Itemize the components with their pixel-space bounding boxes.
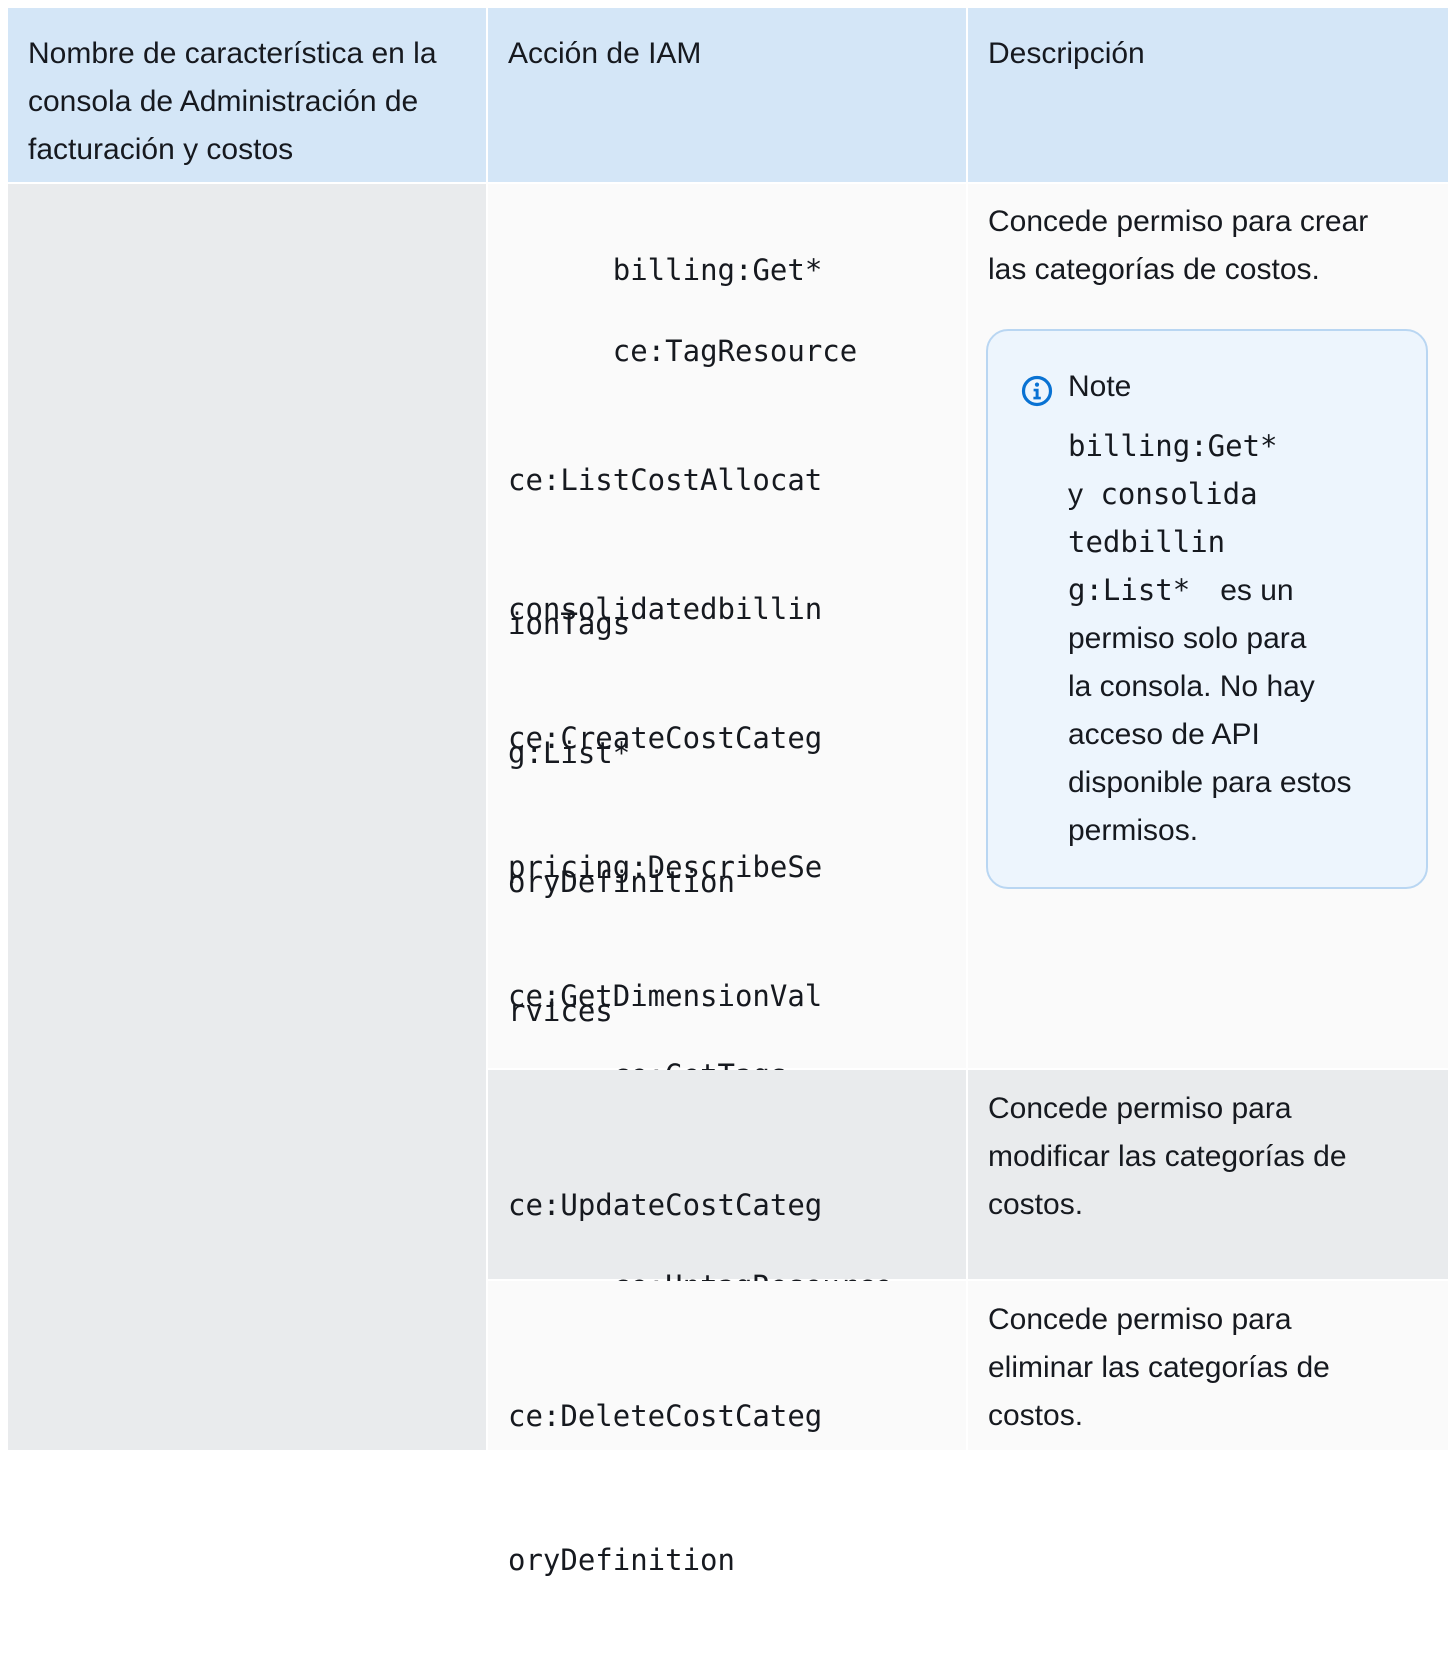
header-description-label: Descripción	[988, 37, 1145, 70]
feature-name-cell	[8, 184, 486, 1450]
row-1-description-line-2: las categorías de costos.	[988, 253, 1320, 286]
header-feature-cell: Nombre de característica en la consola d…	[8, 8, 486, 182]
note-line-connector: y consolida	[1068, 477, 1258, 511]
note-text-line-3: acceso de API	[1068, 718, 1260, 751]
row-1-description-line-1: Concede permiso para crear	[988, 205, 1369, 238]
row-2-description-line-1: Concede permiso para	[988, 1092, 1292, 1125]
header-feature-line-2: consola de Administración de	[28, 85, 419, 118]
row-3-description-line-3: costos.	[988, 1399, 1084, 1432]
row-3-description-line-2: eliminar las categorías de	[988, 1351, 1330, 1384]
permissions-table: Nombre de característica en la consola d…	[0, 0, 1448, 1577]
row-2-description-line-3: costos.	[988, 1188, 1084, 1221]
note-text-line-1: permiso solo para	[1068, 622, 1307, 655]
header-action-cell: Acción de IAM	[488, 8, 966, 182]
row-3-actions-cell: ce:DeleteCostCateg oryDefinition	[488, 1281, 966, 1577]
header-feature-line-1: Nombre de característica en la	[28, 37, 437, 70]
action-ce-deletecostcategorydefinition: ce:DeleteCostCateg oryDefinition	[508, 1399, 823, 1577]
row-2-description-cell: Concede permiso para modificar las categ…	[968, 1070, 1448, 1279]
row-1-actions-cell: billing:Get* ce:TagResource ce:ListCostA…	[488, 184, 966, 1157]
header-feature-line-3: facturación y costos	[28, 133, 294, 166]
note-callout: Note billing:Get* y consolida tedbillin …	[986, 329, 1428, 889]
info-circle-icon	[1021, 375, 1053, 407]
note-text-line-5: permisos.	[1068, 814, 1199, 847]
row-2-actions-cell: ce:UpdateCostCateg oryDefinition ce:Unta…	[488, 1070, 966, 1366]
note-title: Note	[1068, 370, 1132, 403]
note-text-line-2: la consola. No hay	[1068, 670, 1315, 703]
row-3-description-line-1: Concede permiso para	[988, 1303, 1292, 1336]
row-3-description-cell: Concede permiso para eliminar las catego…	[968, 1281, 1448, 1450]
note-line-tail: g:List* es un	[1068, 573, 1294, 607]
header-description-cell: Descripción	[968, 8, 1448, 182]
note-code-consolidatedbilling-2: tedbillin	[1068, 525, 1226, 559]
note-code-billing-get: billing:Get*	[1068, 429, 1278, 463]
note-text-line-4: disponible para estos	[1068, 766, 1352, 799]
row-2-description-line-2: modificar las categorías de	[988, 1140, 1347, 1173]
header-action-label: Acción de IAM	[508, 37, 702, 70]
